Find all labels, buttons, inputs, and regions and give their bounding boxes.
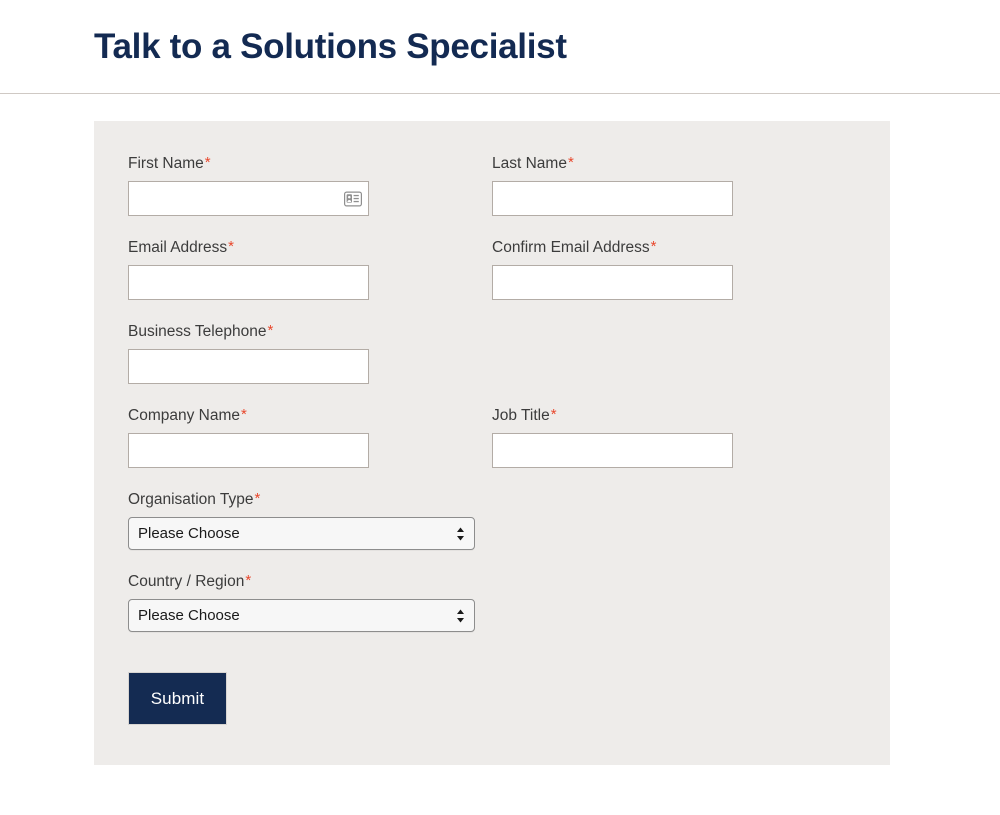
email-address-input[interactable] <box>128 265 369 300</box>
required-marker: * <box>241 406 247 423</box>
empty-field-slot <box>492 322 856 384</box>
input-wrap-job-title <box>492 433 733 468</box>
business-telephone-input[interactable] <box>128 349 369 384</box>
required-marker: * <box>650 238 657 255</box>
first-name-input[interactable] <box>128 181 369 216</box>
empty-field-slot <box>492 572 856 632</box>
field-last-name: Last Name* <box>492 154 856 216</box>
input-wrap-company-name <box>128 433 369 468</box>
label-text: Last Name <box>492 155 567 172</box>
field-country-region: Country / Region* Please Choose <box>128 572 492 632</box>
form-row: Country / Region* Please Choose <box>128 572 856 654</box>
required-marker: * <box>267 322 274 339</box>
country-region-select[interactable]: Please Choose <box>128 599 475 632</box>
label-first-name: First Name* <box>128 154 492 173</box>
required-marker: * <box>550 406 557 423</box>
form-row: Email Address* Confirm Email Address* <box>128 238 856 322</box>
label-business-telephone: Business Telephone* <box>128 322 492 341</box>
label-text: Business Telephone <box>128 323 267 340</box>
last-name-input[interactable] <box>492 181 733 216</box>
label-organisation-type: Organisation Type* <box>128 490 492 509</box>
required-marker: * <box>254 490 261 507</box>
label-confirm-email-address: Confirm Email Address* <box>492 238 856 257</box>
input-wrap-last-name <box>492 181 733 216</box>
country-region-selected-value: Please Choose <box>138 607 240 624</box>
submit-button[interactable]: Submit <box>128 672 227 725</box>
label-country-region: Country / Region* <box>128 572 492 591</box>
company-name-input[interactable] <box>128 433 369 468</box>
field-first-name: First Name* <box>128 154 492 216</box>
label-company-name: Company Name* <box>128 406 492 425</box>
label-text: First Name <box>128 155 204 172</box>
field-job-title: Job Title* <box>492 406 856 468</box>
label-text: Company Name <box>128 407 240 424</box>
select-wrap-organisation-type[interactable]: Please Choose <box>128 517 475 550</box>
form-row: Business Telephone* <box>128 322 856 406</box>
label-text: Organisation Type <box>128 491 254 508</box>
form-row: Organisation Type* Please Choose <box>128 490 856 572</box>
input-wrap-first-name <box>128 181 369 216</box>
required-marker: * <box>245 572 252 589</box>
label-job-title: Job Title* <box>492 406 856 425</box>
label-text: Job Title <box>492 407 550 424</box>
select-wrap-country-region[interactable]: Please Choose <box>128 599 475 632</box>
submit-row: Submit <box>128 672 856 725</box>
confirm-email-address-input[interactable] <box>492 265 733 300</box>
required-marker: * <box>204 154 211 171</box>
required-marker: * <box>228 238 234 255</box>
field-email-address: Email Address* <box>128 238 492 300</box>
field-business-telephone: Business Telephone* <box>128 322 492 384</box>
label-text: Country / Region <box>128 573 245 590</box>
required-marker: * <box>567 154 574 171</box>
page-header: Talk to a Solutions Specialist <box>0 0 1000 94</box>
job-title-input[interactable] <box>492 433 733 468</box>
input-wrap-email-address <box>128 265 369 300</box>
label-email-address: Email Address* <box>128 238 492 257</box>
organisation-type-select[interactable]: Please Choose <box>128 517 475 550</box>
input-wrap-business-telephone <box>128 349 369 384</box>
label-text: Email Address <box>128 239 228 256</box>
input-wrap-confirm-email-address <box>492 265 733 300</box>
label-last-name: Last Name* <box>492 154 856 173</box>
form-row: Company Name* Job Title* <box>128 406 856 490</box>
organisation-type-selected-value: Please Choose <box>138 525 240 542</box>
contact-card-autofill-icon[interactable] <box>344 191 362 207</box>
field-confirm-email-address: Confirm Email Address* <box>492 238 856 300</box>
empty-field-slot <box>492 490 856 550</box>
field-organisation-type: Organisation Type* Please Choose <box>128 490 492 550</box>
solutions-specialist-form: First Name* Last Name* Email Address* Co… <box>128 154 856 725</box>
form-row: First Name* Last Name* <box>128 154 856 238</box>
page-title: Talk to a Solutions Specialist <box>94 26 567 66</box>
label-text: Confirm Email Address <box>492 239 650 256</box>
contact-form-panel: First Name* Last Name* Email Address* Co… <box>94 121 890 765</box>
select-updown-arrows-icon <box>456 608 465 624</box>
field-company-name: Company Name* <box>128 406 492 468</box>
select-updown-arrows-icon <box>456 526 465 542</box>
